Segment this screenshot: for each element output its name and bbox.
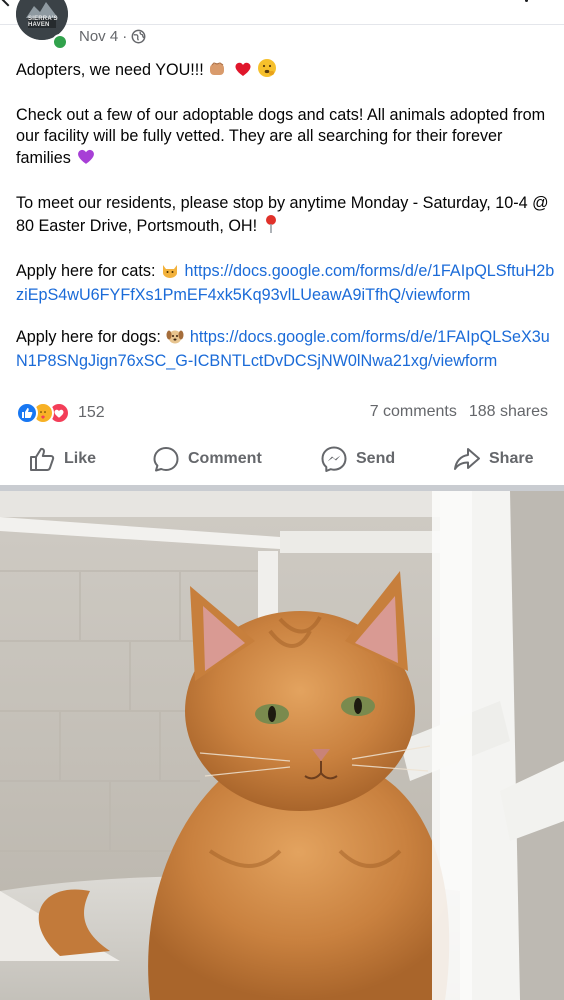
- share-button[interactable]: Share: [453, 436, 533, 482]
- purple-heart-emoji-icon: [75, 147, 97, 172]
- online-status-dot: [52, 34, 68, 50]
- meta-separator: ·: [122, 28, 128, 45]
- share-label: Share: [489, 450, 534, 467]
- like-reaction-icon: [16, 402, 38, 424]
- share-icon: [453, 446, 481, 472]
- cats-application: Apply here for cats: https://docs.google…: [16, 261, 555, 304]
- comments-shares: 7 comments 188 shares: [370, 403, 548, 421]
- shares-count[interactable]: 188 shares: [469, 403, 548, 421]
- pin-emoji-icon: [262, 214, 280, 240]
- post-photo[interactable]: [0, 491, 564, 1000]
- comment-button[interactable]: Comment: [152, 436, 262, 482]
- post-text: Adopters, we need YOU!!! Check out a few…: [16, 58, 556, 372]
- reactions-summary[interactable]: 152: [16, 402, 105, 424]
- comment-label: Comment: [188, 450, 262, 467]
- red-heart-emoji-icon: [233, 60, 253, 84]
- dog-face-emoji-icon: [165, 327, 185, 351]
- globe-icon: [131, 29, 146, 44]
- post-actions-bar: Like Comment Send Share: [0, 436, 564, 482]
- post-visit-info: To meet our residents, please stop by an…: [16, 193, 556, 240]
- reactions-count: 152: [78, 404, 105, 421]
- send-label: Send: [356, 450, 396, 467]
- post-header: SIERRA'S HAVEN Nov 4 ·: [14, 0, 554, 52]
- engagement-stats: 152 7 comments 188 shares: [16, 402, 548, 426]
- comments-count[interactable]: 7 comments: [370, 403, 457, 421]
- like-button[interactable]: Like: [28, 436, 96, 482]
- dogs-application: Apply here for dogs: https://docs.google…: [16, 327, 550, 370]
- comment-icon: [152, 445, 180, 473]
- post-description: Check out a few of our adoptable dogs an…: [16, 105, 556, 172]
- post-date[interactable]: Nov 4: [79, 28, 118, 45]
- cat-photo-image: [0, 491, 564, 1000]
- send-button[interactable]: Send: [320, 436, 395, 482]
- avatar-logo-text: SIERRA'S HAVEN: [28, 16, 58, 28]
- fist-emoji-icon: [208, 60, 228, 84]
- post-intro-line: Adopters, we need YOU!!!: [16, 58, 556, 84]
- hushed-face-emoji-icon: [257, 58, 277, 84]
- cat-face-emoji-icon: [160, 261, 180, 285]
- like-label: Like: [64, 450, 97, 467]
- send-icon: [320, 445, 348, 473]
- like-icon: [28, 446, 56, 472]
- post-meta: Nov 4 ·: [79, 28, 146, 45]
